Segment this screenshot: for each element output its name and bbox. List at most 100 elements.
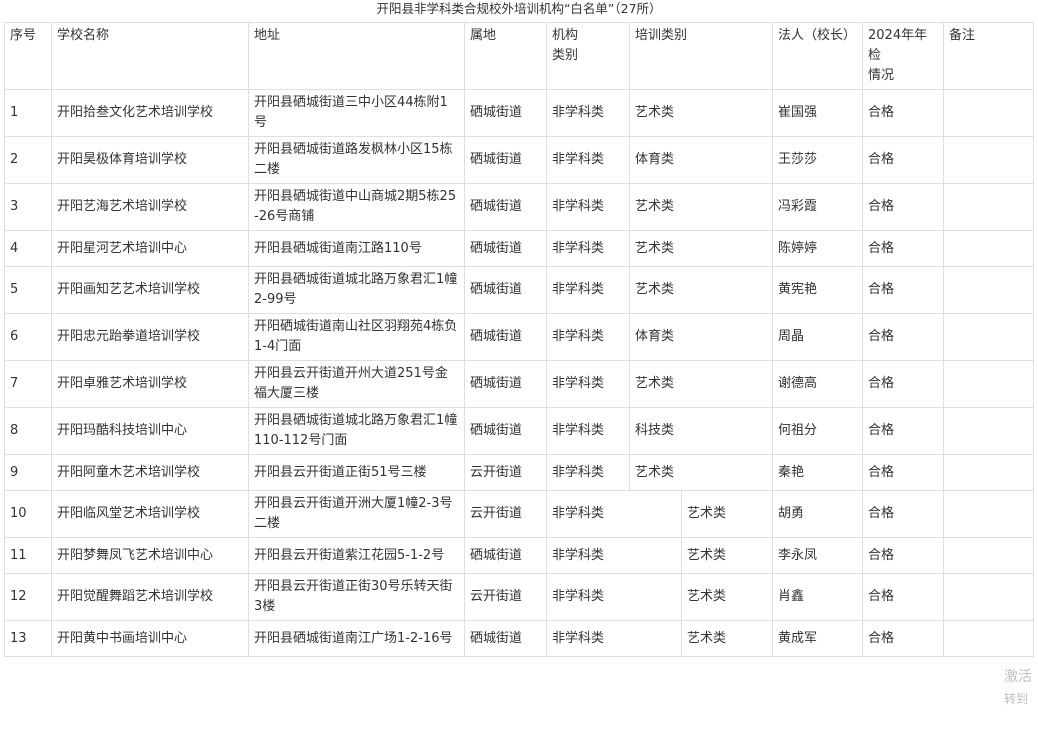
cell-district: 硒城街道 <box>464 537 547 574</box>
table-row: 7 开阳卓雅艺术培训学校 开阳县云开街道开州大道251号金福大厦三楼 硒城街道 非学科类… <box>4 360 1035 408</box>
cell-train-type: 艺术类 <box>680 573 774 621</box>
cell-remark <box>943 230 1035 267</box>
cell-address: 开阳县硒城街道南江广场1-2-16号 <box>248 620 465 657</box>
cell-legal-person: 李永凤 <box>772 537 864 574</box>
col-header-address: 地址 <box>248 22 465 90</box>
col-header-train-type: 培训类别 <box>628 22 774 90</box>
cell-remark <box>943 136 1035 184</box>
cell-remark <box>943 490 1035 538</box>
col-header-legal: 法人（校长） <box>772 22 864 90</box>
table-row: 3 开阳艺海艺术培训学校 开阳县硒城街道中山商城2期5栋25-26号商铺 硒城街道 非学… <box>4 183 1035 231</box>
cell-train-type: 艺术类 <box>628 89 774 137</box>
cell-inspection: 合格 <box>862 620 945 657</box>
cell-no: 12 <box>4 573 52 621</box>
cell-legal-person: 陈婷婷 <box>772 230 864 267</box>
cell-inspection: 合格 <box>862 537 945 574</box>
cell-district: 硒城街道 <box>464 266 547 314</box>
table-row: 13 开阳黄中书画培训中心 开阳县硒城街道南江广场1-2-16号 硒城街道 非学科类 艺术… <box>4 620 1035 657</box>
cell-school-name: 开阳艺海艺术培训学校 <box>51 183 249 231</box>
cell-legal-person: 秦艳 <box>772 454 864 491</box>
table-row: 8 开阳玛酷科技培训中心 开阳县硒城街道城北路万象君汇1幢110-112号门面 硒城街… <box>4 407 1035 455</box>
col-header-name: 学校名称 <box>51 22 249 90</box>
cell-address: 开阳硒城街道南山社区羽翔苑4栋负1-4门面 <box>248 313 465 361</box>
cell-inspection: 合格 <box>862 490 945 538</box>
cell-address: 开阳县云开街道开州大道251号金福大厦三楼 <box>248 360 465 408</box>
cell-inspection: 合格 <box>862 313 945 361</box>
cell-inst-type: 非学科类 <box>546 313 630 361</box>
cell-school-name: 开阳昊极体育培训学校 <box>51 136 249 184</box>
cell-legal-person: 黄宪艳 <box>772 266 864 314</box>
cell-remark <box>943 537 1035 574</box>
cell-legal-person: 黄成军 <box>772 620 864 657</box>
cell-train-type: 艺术类 <box>680 490 774 538</box>
col-header-district: 属地 <box>464 22 547 90</box>
cell-address: 开阳县硒城街道城北路万象君汇1幢2-99号 <box>248 266 465 314</box>
cell-train-type: 艺术类 <box>680 537 774 574</box>
table-row: 2 开阳昊极体育培训学校 开阳县硒城街道路发枫林小区15栋二楼 硒城街道 非学科类 体育类… <box>4 136 1035 184</box>
cell-address: 开阳县硒城街道三中小区44栋附1号 <box>248 89 465 137</box>
cell-address: 开阳县硒城街道南江路110号 <box>248 230 465 267</box>
cell-legal-person: 王莎莎 <box>772 136 864 184</box>
cell-inst-type: 非学科类 <box>546 573 682 621</box>
col-header-remark: 备注 <box>943 22 1035 90</box>
cell-district: 云开街道 <box>464 490 547 538</box>
cell-inst-type: 非学科类 <box>546 490 682 538</box>
cell-inst-type: 非学科类 <box>546 266 630 314</box>
cell-remark <box>943 266 1035 314</box>
cell-no: 3 <box>4 183 52 231</box>
cell-train-type: 艺术类 <box>628 360 774 408</box>
cell-no: 1 <box>4 89 52 137</box>
table-row: 10 开阳临风堂艺术培训学校 开阳县云开街道开洲大厦1幢2-3号二楼 云开街道 非学科类… <box>4 490 1035 538</box>
cell-no: 8 <box>4 407 52 455</box>
cell-address: 开阳县硒城街道城北路万象君汇1幢110-112号门面 <box>248 407 465 455</box>
table-row: 4 开阳星河艺术培训中心 开阳县硒城街道南江路110号 硒城街道 非学科类 艺术类 陈婷婷合… <box>4 230 1035 267</box>
col-header-no: 序号 <box>4 22 52 90</box>
cell-school-name: 开阳忠元跆拳道培训学校 <box>51 313 249 361</box>
cell-remark <box>943 620 1035 657</box>
cell-legal-person: 崔国强 <box>772 89 864 137</box>
cell-inst-type: 非学科类 <box>546 537 682 574</box>
col-header-inspect: 2024年年检 情况 <box>862 22 945 90</box>
cell-train-type: 体育类 <box>628 313 774 361</box>
cell-address: 开阳县硒城街道路发枫林小区15栋二楼 <box>248 136 465 184</box>
cell-train-type: 体育类 <box>628 136 774 184</box>
col-header-inst-type: 机构 类别 <box>546 22 630 90</box>
cell-district: 云开街道 <box>464 454 547 491</box>
cell-inst-type: 非学科类 <box>546 183 630 231</box>
cell-train-type: 科技类 <box>628 407 774 455</box>
cell-address: 开阳县云开街道正街30号乐转天街3楼 <box>248 573 465 621</box>
cell-no: 10 <box>4 490 52 538</box>
table-header: 序号 学校名称 地址 属地 机构 类别 培训类别 法人（校长） 2024年年检 情况… <box>4 22 1035 90</box>
cell-school-name: 开阳阿童木艺术培训学校 <box>51 454 249 491</box>
cell-inst-type: 非学科类 <box>546 620 682 657</box>
cell-school-name: 开阳卓雅艺术培训学校 <box>51 360 249 408</box>
cell-address: 开阳县硒城街道中山商城2期5栋25-26号商铺 <box>248 183 465 231</box>
cell-no: 13 <box>4 620 52 657</box>
cell-school-name: 开阳拾叁文化艺术培训学校 <box>51 89 249 137</box>
cell-school-name: 开阳画知艺艺术培训学校 <box>51 266 249 314</box>
table-row: 9 开阳阿童木艺术培训学校 开阳县云开街道正街51号三楼 云开街道 非学科类 艺术类 秦艳合… <box>4 454 1035 491</box>
cell-school-name: 开阳梦舞凤飞艺术培训中心 <box>51 537 249 574</box>
cell-legal-person: 何祖分 <box>772 407 864 455</box>
cell-remark <box>943 183 1035 231</box>
cell-inst-type: 非学科类 <box>546 454 630 491</box>
cell-inspection: 合格 <box>862 136 945 184</box>
cell-inspection: 合格 <box>862 573 945 621</box>
cell-remark <box>943 573 1035 621</box>
cell-district: 云开街道 <box>464 573 547 621</box>
cell-school-name: 开阳觉醒舞蹈艺术培训学校 <box>51 573 249 621</box>
cell-inspection: 合格 <box>862 183 945 231</box>
cell-remark <box>943 313 1035 361</box>
cell-district: 硒城街道 <box>464 407 547 455</box>
cell-no: 6 <box>4 313 52 361</box>
cell-district: 硒城街道 <box>464 230 547 267</box>
cell-inspection: 合格 <box>862 454 945 491</box>
cell-remark <box>943 454 1035 491</box>
cell-inst-type: 非学科类 <box>546 407 630 455</box>
cell-inst-type: 非学科类 <box>546 136 630 184</box>
table-row: 11 开阳梦舞凤飞艺术培训中心 开阳县云开街道紫江花园5-1-2号 硒城街道 非学科类艺… <box>4 537 1035 574</box>
cell-school-name: 开阳玛酷科技培训中心 <box>51 407 249 455</box>
table-row: 6 开阳忠元跆拳道培训学校 开阳硒城街道南山社区羽翔苑4栋负1-4门面 硒城街道 非学科… <box>4 313 1035 361</box>
cell-inspection: 合格 <box>862 407 945 455</box>
cell-school-name: 开阳临风堂艺术培训学校 <box>51 490 249 538</box>
